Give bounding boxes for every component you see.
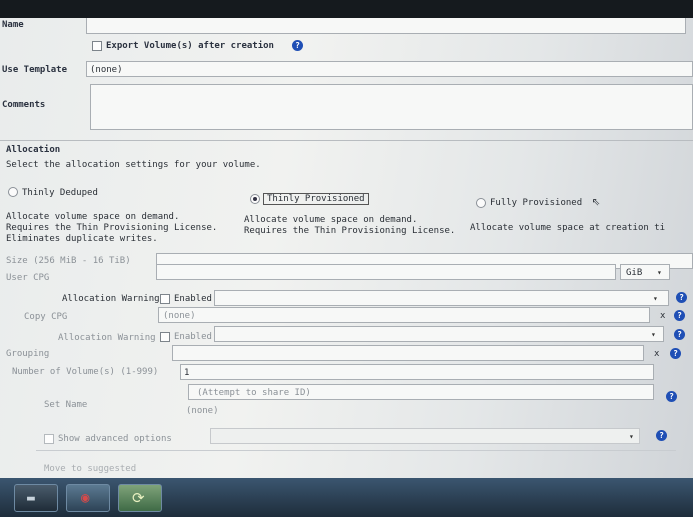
allocation-section-title: Allocation [6,145,61,155]
footer-faded-text: Move to suggested [44,464,137,474]
user-cpg-select[interactable] [156,264,616,280]
advanced-select[interactable]: ▾ [210,428,640,444]
alloc-warning2-select[interactable]: ▾ [214,326,664,342]
chevron-down-icon: ▾ [657,268,662,277]
monitor-icon: ▬ [27,491,35,506]
grouping-label: Grouping [6,349,50,359]
taskbar: ▬ ◉ ⟳ [0,478,693,517]
copy-cpg-select[interactable]: (none) [158,307,650,323]
set-name-value: (none) [186,406,219,416]
name-input[interactable] [86,18,686,34]
use-template-label: Use Template [2,65,68,75]
alloc-warning2-checkbox[interactable] [160,332,170,342]
clear-x-icon[interactable]: x [654,349,659,359]
set-name-placeholder: (Attempt to share ID) [197,388,311,398]
section-divider [0,140,693,141]
show-advanced-label: Show advanced options [58,434,172,444]
use-template-select[interactable]: (none) [86,61,693,77]
grouping-help-icon[interactable]: ? [670,348,681,359]
comments-label: Comments [2,100,46,110]
alloc-warning-select[interactable]: ▾ [214,290,669,306]
grouping-input[interactable] [172,345,644,361]
size-label: Size (256 MiB - 16 TiB) [6,256,131,266]
thinly-provisioned-desc-1: Allocate volume space on demand. [244,215,418,225]
num-volumes-label: Number of Volume(s) (1-999) [12,367,159,377]
copy-cpg-label: Copy CPG [24,312,68,322]
fully-provisioned-radio[interactable] [476,198,486,208]
copy-cpg-help-icon[interactable]: ? [674,310,685,321]
copy-cpg-value: (none) [163,311,196,321]
thinly-deduped-desc-3: Eliminates duplicate writes. [6,234,158,244]
thinly-deduped-desc-1: Allocate volume space on demand. [6,212,180,222]
show-advanced-checkbox[interactable] [44,434,54,444]
chevron-down-icon: ▾ [651,330,656,339]
thinly-provisioned-radio[interactable] [250,194,260,204]
fully-provisioned-label[interactable]: Fully Provisioned [490,198,582,208]
fully-provisioned-desc-1: Allocate volume space at creation ti [470,223,666,233]
chevron-down-icon: ▾ [629,432,634,441]
thinly-deduped-desc-2: Requires the Thin Provisioning License. [6,223,218,233]
alloc-warning2-label: Allocation Warning [58,333,156,343]
thinly-deduped-radio[interactable] [8,187,18,197]
advanced-help-icon[interactable]: ? [656,430,667,441]
alloc-warning-label: Allocation Warning [62,294,160,304]
comments-textarea[interactable] [90,84,693,130]
user-cpg-label: User CPG [6,273,50,283]
alloc-warning-enabled-label: Enabled [174,294,212,304]
name-label: Name [2,20,24,30]
alloc-warning2-enabled-label: Enabled [174,332,212,342]
use-template-value: (none) [90,65,123,75]
set-name-help-icon[interactable]: ? [666,391,677,402]
clear-x-icon[interactable]: x [660,311,665,321]
create-volume-dialog: Name Export Volume(s) after creation ? U… [0,18,693,488]
export-help-icon[interactable]: ? [292,40,303,51]
taskbar-app-media[interactable]: ◉ [66,484,110,512]
export-volume-checkbox[interactable] [92,41,102,51]
taskbar-app-server-manager[interactable]: ▬ [14,484,58,512]
num-volumes-value: 1 [184,368,190,378]
mouse-cursor-icon: ⇖ [592,193,601,209]
thinly-provisioned-desc-2: Requires the Thin Provisioning License. [244,226,456,236]
footer-divider [36,450,676,451]
allocation-instruction: Select the allocation settings for your … [6,160,261,170]
sync-icon: ⟳ [132,489,145,507]
size-unit-select[interactable]: GiB ▾ [620,264,670,280]
chevron-down-icon: ▾ [653,294,658,303]
media-icon: ◉ [81,490,90,506]
set-name-input[interactable]: (Attempt to share ID) [188,384,654,400]
num-volumes-input[interactable]: 1 [180,364,654,380]
alloc-warning-help-icon[interactable]: ? [676,292,687,303]
export-volume-label: Export Volume(s) after creation [106,41,274,51]
thinly-provisioned-label[interactable]: Thinly Provisioned [263,193,369,205]
size-unit-value: GiB [626,268,643,278]
thinly-deduped-label[interactable]: Thinly Deduped [22,188,98,198]
set-name-label: Set Name [44,400,88,410]
alloc-warning2-help-icon[interactable]: ? [674,329,685,340]
taskbar-app-sync[interactable]: ⟳ [118,484,162,512]
alloc-warning-checkbox[interactable] [160,294,170,304]
